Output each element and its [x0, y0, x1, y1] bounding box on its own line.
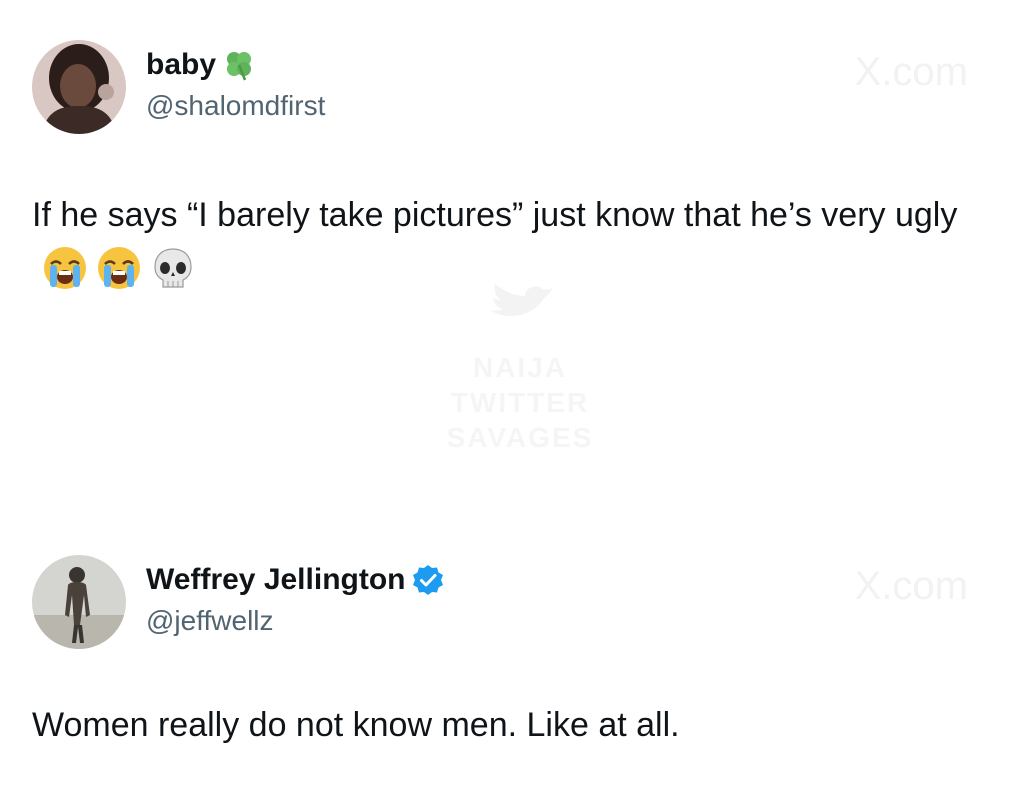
tweet-text: If he says “I barely take pictures” just…	[32, 190, 992, 292]
bird-logo-icon	[485, 280, 555, 330]
watermark-line-3: SAVAGES	[446, 422, 594, 453]
display-name[interactable]: Weffrey Jellington	[146, 563, 445, 597]
tweet-card-2: Weffrey Jellington @jeffwellz X.com Wome…	[0, 540, 1024, 790]
user-avatar[interactable]	[32, 40, 126, 134]
x-com-watermark: X.com	[854, 564, 968, 608]
watermark-line-2: TWITTER	[450, 387, 590, 418]
loudly-crying-face-icon	[42, 245, 88, 291]
emoji-row	[42, 245, 196, 291]
four-leaf-clover-icon	[222, 48, 256, 82]
display-name-text: baby	[146, 48, 217, 81]
avatar-photo	[32, 555, 126, 649]
watermark-line-1: NAIJA	[472, 352, 567, 383]
tweet-body: Women really do not know men. Like at al…	[32, 706, 680, 744]
user-handle[interactable]: @shalomdfirst	[146, 90, 325, 122]
user-handle[interactable]: @jeffwellz	[146, 605, 274, 637]
tweet-body: If he says “I barely take pictures” just…	[32, 196, 958, 234]
naija-twitter-savages-watermark: NAIJA TWITTER SAVAGES	[400, 280, 640, 455]
display-name[interactable]: baby	[146, 48, 256, 82]
avatar-photo	[32, 40, 126, 134]
x-com-watermark: X.com	[854, 50, 968, 94]
loudly-crying-face-icon	[96, 245, 142, 291]
verified-badge-icon	[411, 563, 445, 597]
tweet-text: Women really do not know men. Like at al…	[32, 700, 992, 751]
user-avatar[interactable]	[32, 555, 126, 649]
skull-icon	[150, 245, 196, 291]
display-name-text: Weffrey Jellington	[146, 563, 406, 596]
